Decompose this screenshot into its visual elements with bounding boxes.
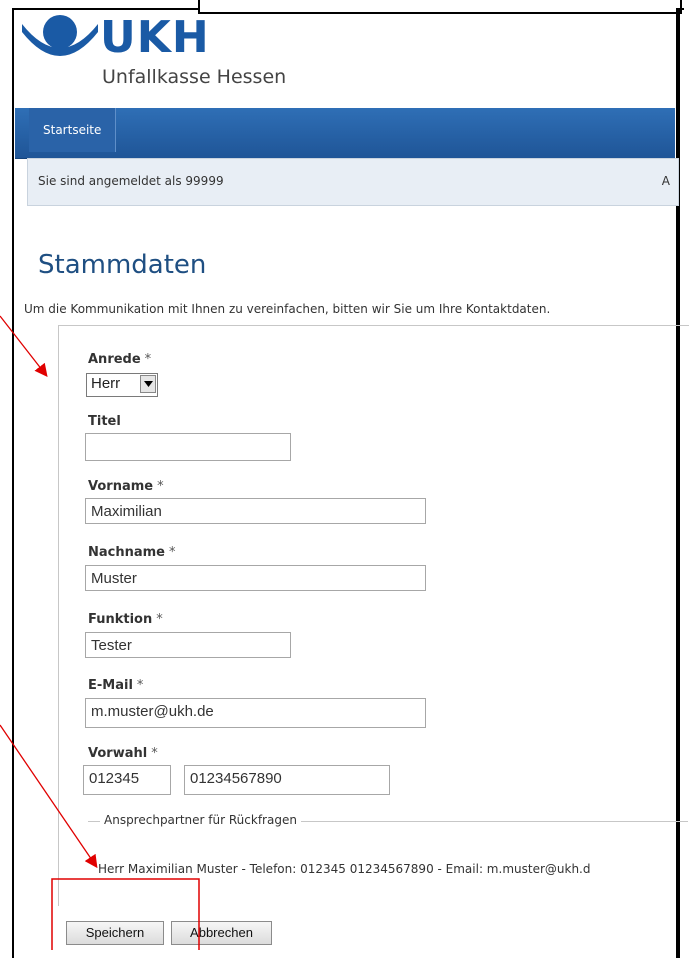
annotation-overlay (0, 315, 200, 950)
annotation-arrow-fieldset (0, 315, 48, 378)
annotation-box-buttons (51, 878, 200, 950)
annotation-arrow-contact (0, 724, 98, 869)
